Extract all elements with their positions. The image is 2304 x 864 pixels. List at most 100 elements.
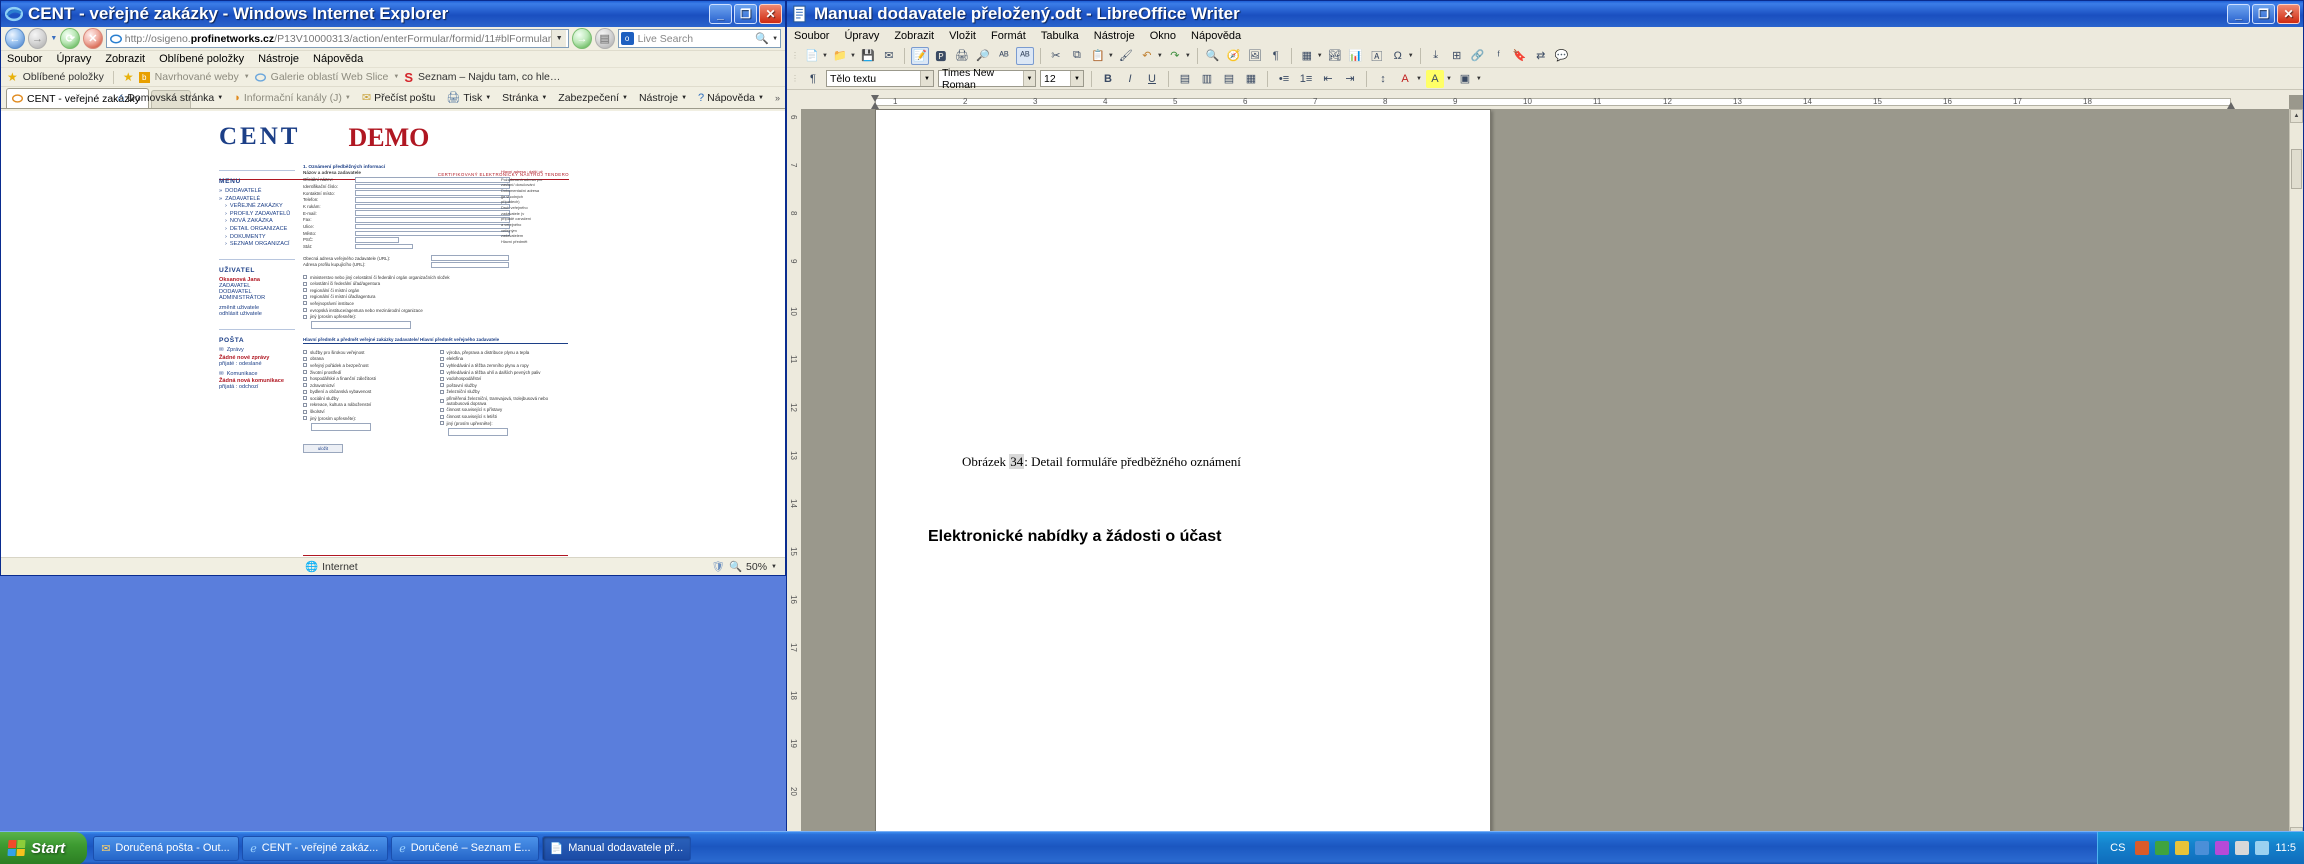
sidebar-item-seznam-organizaci[interactable]: › SEZNAM ORGANIZACÍ: [225, 241, 295, 247]
checkbox-group-druh-zadavatele[interactable]: ministerstvo nebo jiný celostátní či fed…: [303, 275, 568, 330]
copy-icon[interactable]: ⧉: [1068, 47, 1086, 65]
field-input[interactable]: [355, 203, 510, 210]
lo-menu-soubor[interactable]: Soubor: [794, 30, 829, 42]
insert-textbox-icon[interactable]: 🄰: [1368, 47, 1386, 65]
checkbox-row[interactable]: vyhledávání a těžba zemního plynu a ropy: [439, 363, 569, 368]
checkbox-row[interactable]: přiměřená železniční, tramvajová, trolej…: [439, 396, 569, 406]
ie-close-button[interactable]: ✕: [759, 4, 782, 24]
help-chevron-icon[interactable]: ▼: [758, 95, 764, 101]
checkbox-row[interactable]: zdravotnictví: [303, 383, 432, 388]
ie-page-viewport[interactable]: CENT DEMO CERTIFIKOVANÝ ELEKTRONICKÝ NÁS…: [1, 111, 785, 557]
tray-icon-3[interactable]: [2175, 841, 2190, 855]
horizontal-ruler[interactable]: 1 2 3 4 5 6 7 8 9 10 11 12 13 14 15 16 17 18: [801, 95, 2289, 109]
checkbox[interactable]: [303, 363, 307, 368]
increase-indent-icon[interactable]: ⇥: [1341, 70, 1359, 88]
libreoffice-writer-window[interactable]: Manual dodavatele přeložený.odt - LibreO…: [786, 0, 2304, 864]
feeds-button[interactable]: ◗ Informační kanály (J) ▼: [234, 92, 351, 104]
tools-menu-button[interactable]: Nástroje ▼: [639, 92, 687, 104]
field-input[interactable]: [355, 243, 413, 250]
lo-menu-format[interactable]: Formát: [991, 30, 1026, 42]
tray-icon-7[interactable]: [2255, 841, 2270, 855]
field-input[interactable]: [355, 217, 510, 223]
search-icon[interactable]: 🔍: [755, 32, 769, 45]
insert-chart-icon[interactable]: 📊: [1347, 47, 1365, 65]
menu-item-soubor[interactable]: Soubor: [7, 53, 42, 65]
field-input[interactable]: [355, 237, 399, 243]
checkbox[interactable]: [303, 396, 307, 401]
paragraph-style-icon[interactable]: ¶: [804, 70, 822, 88]
gallery-icon[interactable]: 🖼: [1246, 47, 1264, 65]
suggested-sites-label[interactable]: Navrhované weby: [155, 71, 239, 83]
checkbox-row[interactable]: hospodářské a finanční záležitosti: [303, 376, 432, 381]
checkbox-row[interactable]: evropská instituce/agentura nebo mezinár…: [303, 308, 568, 313]
edit-mode-icon[interactable]: 📝: [910, 46, 929, 65]
checkbox[interactable]: [303, 409, 307, 414]
other-specify-input-left[interactable]: [311, 422, 371, 431]
field-input[interactable]: [431, 262, 509, 268]
checkbox[interactable]: [439, 398, 444, 403]
checkbox[interactable]: [303, 308, 307, 313]
align-left-icon[interactable]: ▤: [1176, 70, 1194, 88]
page-break-icon[interactable]: ⤓: [1427, 47, 1445, 65]
sidebar-item-detail-organizace[interactable]: › DETAIL ORGANIZACE: [225, 226, 295, 232]
checkbox[interactable]: [439, 370, 444, 374]
back-button[interactable]: ←: [5, 28, 25, 49]
tray-icon-4[interactable]: [2195, 841, 2210, 855]
checkbox-row[interactable]: školství: [303, 409, 432, 414]
tray-icon-1[interactable]: [2135, 841, 2150, 855]
highlight-dropdown-icon[interactable]: ▼: [1446, 76, 1452, 82]
line-spacing-icon[interactable]: ↕: [1374, 70, 1392, 88]
checkbox[interactable]: [303, 370, 307, 374]
checkbox[interactable]: [303, 376, 307, 381]
print-icon[interactable]: 🖨: [953, 47, 971, 65]
scrollbar-thumb[interactable]: [2291, 149, 2302, 189]
redo-icon[interactable]: ↷: [1166, 47, 1184, 65]
checkbox[interactable]: [439, 421, 444, 426]
menu-item-napoveda[interactable]: Nápověda: [313, 53, 363, 65]
checkbox-row[interactable]: jiný (prosím upřesněte):: [439, 421, 569, 426]
size-chevron-down-icon[interactable]: ▼: [1070, 71, 1083, 86]
save-icon[interactable]: 💾: [859, 47, 877, 65]
checkbox[interactable]: [303, 275, 307, 280]
align-right-icon[interactable]: ▤: [1220, 70, 1238, 88]
command-bar-overflow-icon[interactable]: »: [775, 93, 780, 103]
sidebar-item-dokumenty[interactable]: › DOKUMENTY: [225, 234, 295, 240]
scroll-up-button[interactable]: ▲: [2290, 109, 2303, 123]
bold-icon[interactable]: B: [1099, 70, 1117, 88]
paste-icon[interactable]: 📋: [1089, 47, 1107, 65]
stop-button[interactable]: ✕: [83, 28, 103, 49]
lo-menu-bar[interactable]: Soubor Úpravy Zobrazit Vložit Formát Tab…: [787, 27, 2303, 44]
checkbox[interactable]: [303, 281, 307, 286]
style-chevron-down-icon[interactable]: ▼: [920, 71, 933, 86]
open-dropdown-icon[interactable]: ▼: [850, 53, 856, 59]
spelling-icon[interactable]: ᴬᴮ: [995, 47, 1013, 65]
lo-menu-vlozit[interactable]: Vložit: [949, 30, 976, 42]
search-box[interactable]: o Live Search 🔍 ▼: [617, 29, 782, 48]
link-logout-user[interactable]: odhlásit uživatele: [219, 311, 295, 317]
checkbox[interactable]: [439, 414, 444, 419]
ie-status-bar[interactable]: 🌐 Internet 🛡 🔍 50% ▼: [1, 557, 785, 575]
vertical-ruler[interactable]: 6 7 8 9 10 11 12 13 14 15 16 17 18 19 20: [787, 95, 801, 841]
taskbar-buttons[interactable]: ✉ Doručená pošta - Out... ℯ CENT - veřej…: [87, 835, 2097, 861]
field-input[interactable]: [355, 197, 510, 203]
checkbox-row[interactable]: bydlení a občanská vybavenost: [303, 389, 432, 394]
home-chevron-icon[interactable]: ▼: [217, 95, 223, 101]
taskbar-item-outlook[interactable]: ✉ Doručená pošta - Out...: [93, 835, 240, 861]
font-color-dropdown-icon[interactable]: ▼: [1416, 76, 1422, 82]
checkbox-row[interactable]: jiný (prosím upřesněte):: [303, 314, 568, 319]
windows-taskbar[interactable]: Start ✉ Doručená pošta - Out... ℯ CENT -…: [0, 831, 2304, 864]
sidebar-item-profily-zadavatelu[interactable]: › PROFILY ZADAVATELŮ: [225, 211, 295, 217]
checkbox-row[interactable]: sociální služby: [303, 396, 432, 401]
cut-icon[interactable]: ✂: [1047, 47, 1065, 65]
checkbox[interactable]: [439, 356, 444, 361]
checkbox[interactable]: [303, 294, 307, 299]
address-bar[interactable]: http://osigeno. profinetworks.cz/P13V1000…: [105, 29, 570, 48]
export-pdf-icon[interactable]: 🅿: [932, 47, 950, 65]
print-preview-icon[interactable]: 🔎: [974, 47, 992, 65]
print-button[interactable]: 🖨 Tisk ▼: [446, 91, 491, 105]
field-input[interactable]: [355, 177, 510, 183]
checkbox[interactable]: [303, 383, 307, 388]
field-input[interactable]: [355, 230, 510, 236]
language-indicator[interactable]: CS: [2106, 842, 2129, 854]
checkbox[interactable]: [303, 402, 307, 407]
